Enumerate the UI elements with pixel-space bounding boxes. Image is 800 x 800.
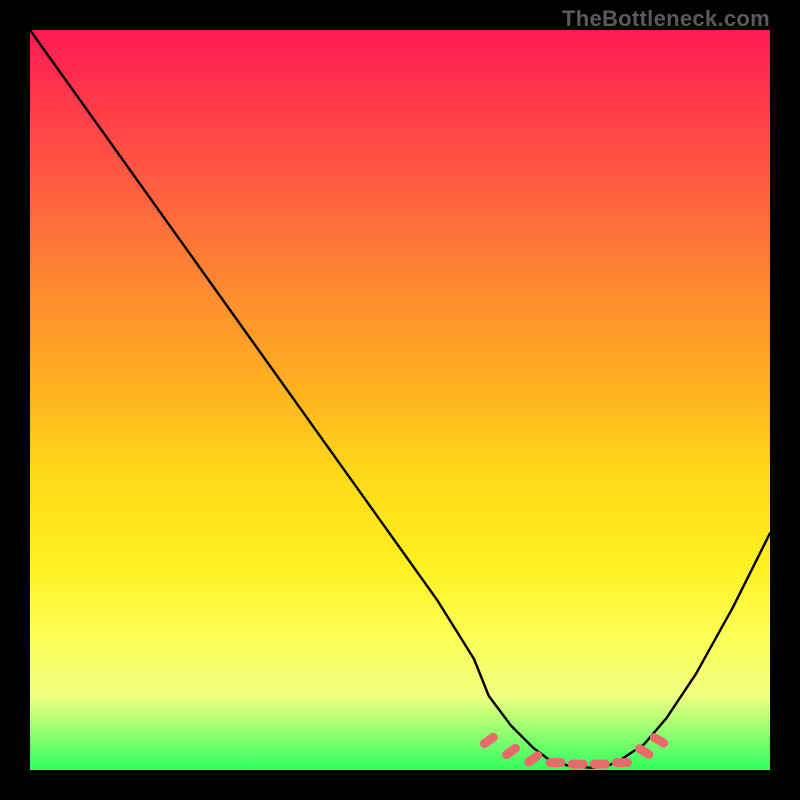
- curve-line: [30, 30, 770, 768]
- valley-marker: [612, 758, 632, 767]
- chart-svg: [30, 30, 770, 770]
- watermark-text: TheBottleneck.com: [562, 6, 770, 32]
- valley-marker: [590, 760, 610, 769]
- valley-marker: [500, 742, 522, 761]
- plot-area: [30, 30, 770, 770]
- valley-marker: [568, 760, 588, 769]
- bottleneck-curve: [30, 30, 770, 768]
- valley-markers: [478, 731, 670, 769]
- valley-marker: [545, 758, 565, 767]
- valley-marker: [478, 731, 500, 750]
- chart-container: TheBottleneck.com: [0, 0, 800, 800]
